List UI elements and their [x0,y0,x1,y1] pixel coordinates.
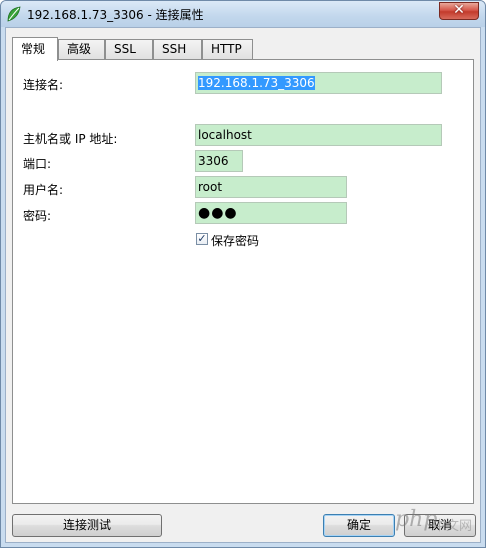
connection-name-label: 连接名: [23,78,64,92]
host-input[interactable]: localhost [195,124,442,146]
password-label: 密码: [23,209,52,223]
tab-label: SSH [162,42,187,56]
navicat-leaf-icon [7,6,21,22]
username-label: 用户名: [23,183,64,197]
username-input[interactable]: root [195,176,347,198]
password-input[interactable]: ●●● [195,202,347,224]
tab-label: SSL [114,42,136,56]
dialog-window: 192.168.1.73_3306 - 连接属性 ✕ 常规 高级 SSL SSH… [0,0,486,548]
tab-general[interactable]: 常规 [12,37,58,61]
port-input[interactable]: 3306 [195,150,243,172]
close-button[interactable]: ✕ [439,2,479,20]
tab-label: 常规 [21,42,46,56]
host-label: 主机名或 IP 地址: [23,132,118,146]
connection-name-value: 192.168.1.73_3306 [198,76,315,90]
test-connection-button[interactable]: 连接测试 [12,514,162,537]
title-bar[interactable]: 192.168.1.73_3306 - 连接属性 ✕ [1,1,485,27]
port-label: 端口: [23,157,52,171]
tab-advanced[interactable]: 高级 [58,39,105,59]
connection-name-input[interactable]: 192.168.1.73_3306 [195,72,442,94]
watermark-subtext: 中文网 [433,519,473,534]
tab-label: 高级 [67,42,92,56]
ok-button[interactable]: 确定 [323,514,395,537]
watermark-logo: php [395,507,438,532]
close-icon: ✕ [453,2,465,18]
tab-ssh[interactable]: SSH [153,39,202,59]
dialog-client-area: 常规 高级 SSL SSH HTTP 连接名: 192.168.1.73_330… [5,27,481,543]
save-password-checkbox[interactable]: ✓ [196,233,208,245]
window-title: 192.168.1.73_3306 - 连接属性 [27,8,204,22]
tab-ssl[interactable]: SSL [105,39,153,59]
tab-http[interactable]: HTTP [202,39,253,59]
tab-label: HTTP [211,42,242,56]
general-tab-panel: 连接名: 192.168.1.73_3306 主机名或 IP 地址: local… [12,59,474,504]
save-password-label[interactable]: 保存密码 [211,232,259,249]
